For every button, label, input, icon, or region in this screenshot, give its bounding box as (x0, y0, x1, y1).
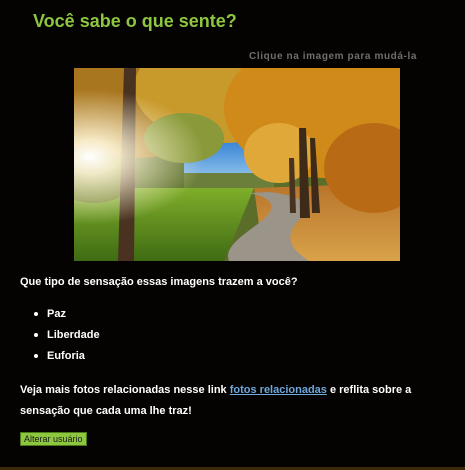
feelings-list: Paz Liberdade Euforia (34, 306, 100, 369)
feeling-label: Paz (47, 308, 66, 320)
related-photos-link[interactable]: fotos relacionadas (230, 384, 327, 396)
paragraph-text-before: Veja mais fotos relacionadas nesse link (20, 384, 230, 396)
feeling-image[interactable] (74, 68, 400, 261)
related-photos-paragraph: Veja mais fotos relacionadas nesse link … (20, 380, 450, 422)
list-item: Euforia (34, 348, 100, 369)
feeling-question: Que tipo de sensação essas imagens traze… (20, 276, 298, 288)
list-item: Liberdade (34, 327, 100, 348)
bullet-icon (34, 312, 38, 316)
page-title: Você sabe o que sente? (33, 11, 237, 31)
bullet-icon (34, 354, 38, 358)
feeling-label: Liberdade (47, 329, 100, 341)
bullet-icon (34, 333, 38, 337)
change-user-button[interactable]: Alterar usuário (20, 432, 87, 446)
list-item: Paz (34, 306, 100, 327)
autumn-park-photo (74, 68, 400, 261)
page-container: Você sabe o que sente? Clique na imagem … (0, 0, 465, 470)
feeling-label: Euforia (47, 350, 85, 362)
image-hint: Clique na imagem para mudá-la (249, 51, 417, 62)
